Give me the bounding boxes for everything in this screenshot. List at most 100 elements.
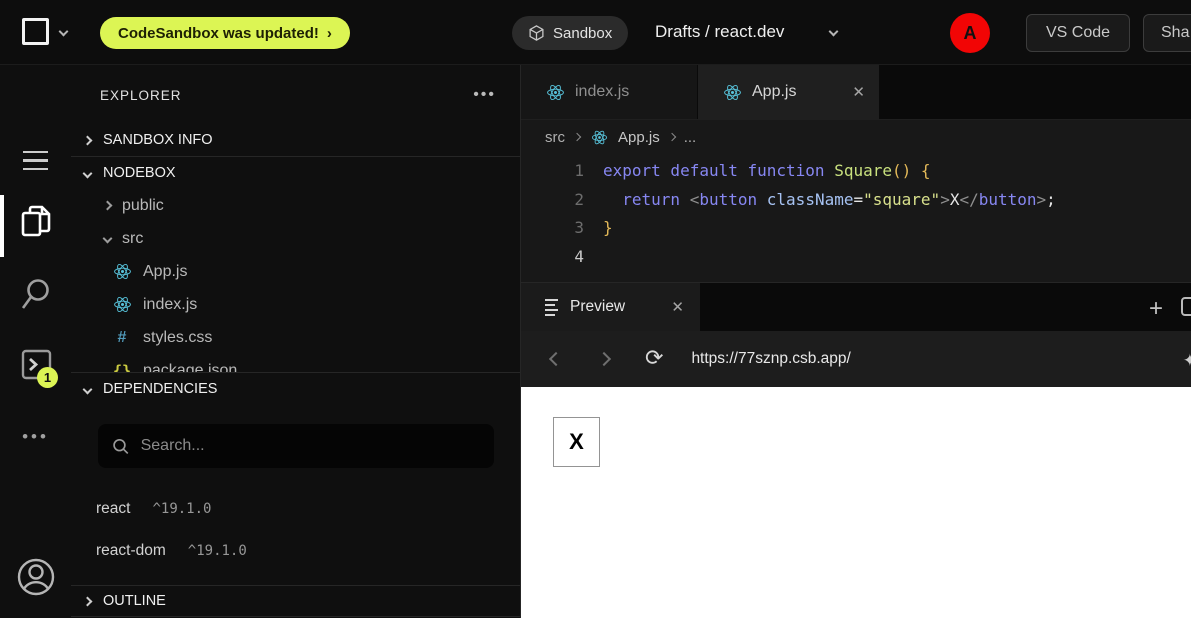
tree-item-styles.css[interactable]: # styles.css <box>71 321 520 354</box>
line-number: 4 <box>521 247 584 266</box>
avatar[interactable]: A <box>950 13 990 53</box>
chevron-right-icon <box>667 133 675 141</box>
tree-item-label: public <box>122 197 164 215</box>
tree-item-package.json[interactable]: {} package.json <box>71 354 520 372</box>
activity-bar: 1 ••• ⚙ <box>0 65 71 618</box>
update-banner-label: CodeSandbox was updated! <box>118 25 319 42</box>
dependency-version: ^19.1.0 <box>188 543 247 559</box>
more-views-button[interactable]: ••• <box>0 427 71 447</box>
sandbox-badge-label: Sandbox <box>553 25 612 42</box>
codesandbox-logo-icon[interactable] <box>22 18 49 45</box>
account-button[interactable] <box>0 556 71 598</box>
dependency-name: react-dom <box>96 542 166 560</box>
reload-icon[interactable]: ⟳ <box>645 348 663 370</box>
tree-item-public[interactable]: public <box>71 189 520 222</box>
tree-item-label: src <box>122 230 143 248</box>
tree-item-index.js[interactable]: index.js <box>71 288 520 321</box>
chevron-right-icon <box>103 201 113 211</box>
explorer-title: EXPLORER <box>100 88 182 103</box>
code-editor[interactable]: 1 export default function Square() { 2 r… <box>521 154 1191 282</box>
code-line-4: 4 <box>521 242 1191 271</box>
dependency-search-input[interactable] <box>141 437 480 455</box>
sparkle-icon[interactable]: ✦ <box>1183 351 1191 371</box>
css-file-icon: # <box>112 328 132 348</box>
sandbox-badge[interactable]: Sandbox <box>512 16 628 50</box>
section-label: OUTLINE <box>103 593 166 609</box>
top-bar: CodeSandbox was updated! › Sandbox Draft… <box>0 0 1191 65</box>
section-outline[interactable]: OUTLINE <box>71 586 520 616</box>
tree-item-src[interactable]: src <box>71 222 520 255</box>
code-text: return <button className="square">X</but… <box>584 190 1056 209</box>
search-view-button[interactable] <box>0 277 71 313</box>
layout-panel-icon[interactable] <box>1181 297 1191 316</box>
preview-content: X <box>521 387 1191 618</box>
section-dependencies[interactable]: DEPENDENCIES <box>71 373 520 405</box>
tree-item-label: App.js <box>143 263 187 281</box>
account-icon <box>15 556 57 598</box>
preview-tab-label: Preview <box>570 298 625 316</box>
project-breadcrumb[interactable]: Drafts / react.dev <box>655 22 784 42</box>
editor-column: index.js App.js ✕ src App.js ... 1 expor… <box>521 65 1191 618</box>
workspace-chevron-down-icon[interactable] <box>59 27 69 37</box>
chevron-right-icon <box>83 135 93 145</box>
line-number: 2 <box>521 190 584 209</box>
editor-tabs: index.js App.js ✕ <box>521 65 1191 120</box>
square-button[interactable]: X <box>553 417 600 467</box>
breadcrumb-file[interactable]: App.js <box>618 129 660 146</box>
dependency-react[interactable]: react ^19.1.0 <box>71 488 520 530</box>
chevron-right-icon <box>573 133 581 141</box>
ellipsis-icon: ••• <box>22 427 49 447</box>
code-text: } <box>584 218 613 237</box>
back-icon[interactable] <box>549 352 563 366</box>
code-line-2: 2 return <button className="square">X</b… <box>521 185 1191 214</box>
menu-button[interactable] <box>0 151 71 170</box>
react-icon <box>545 82 565 102</box>
cube-icon <box>528 24 545 42</box>
avatar-letter: A <box>964 23 977 44</box>
code-line-1: 1 export default function Square() { <box>521 156 1191 185</box>
explorer-view-button[interactable] <box>0 201 71 241</box>
tab-App.js[interactable]: App.js ✕ <box>698 65 880 119</box>
section-sandbox-info[interactable]: SANDBOX INFO <box>71 124 520 156</box>
share-button[interactable]: Sha <box>1143 14 1191 52</box>
add-preview-icon[interactable]: + <box>1149 295 1163 323</box>
search-icon <box>19 277 53 313</box>
dependency-search[interactable] <box>98 424 494 468</box>
share-button-label: Sha <box>1161 24 1189 42</box>
editor-breadcrumb: src App.js ... <box>521 120 1191 154</box>
close-icon[interactable]: ✕ <box>671 298 684 316</box>
section-label: SANDBOX INFO <box>103 132 213 148</box>
preview-url[interactable]: https://77sznp.csb.app/ <box>691 350 850 368</box>
tab-index.js[interactable]: index.js <box>521 65 698 119</box>
react-icon <box>589 127 609 147</box>
divider <box>71 616 520 617</box>
preview-tabstrip: Preview ✕ + <box>521 283 1191 331</box>
codesandbox-window: CodeSandbox was updated! › Sandbox Draft… <box>0 0 1191 618</box>
vscode-button[interactable]: VS Code <box>1026 14 1130 52</box>
chevron-down-icon <box>83 384 93 394</box>
chevron-down-icon <box>83 168 93 178</box>
dependency-react-dom[interactable]: react-dom ^19.1.0 <box>71 530 520 572</box>
json-file-icon: {} <box>112 361 132 373</box>
preview-lines-icon <box>545 299 558 316</box>
project-chevron-down-icon[interactable] <box>829 27 839 37</box>
explorer-more-icon[interactable]: ••• <box>473 86 496 104</box>
tree-item-label: index.js <box>143 296 197 314</box>
terminal-view-button[interactable] <box>0 347 71 383</box>
tree-item-App.js[interactable]: App.js <box>71 255 520 288</box>
section-nodebox[interactable]: NODEBOX <box>71 157 520 189</box>
preview-url-bar: ⟳ https://77sznp.csb.app/ ✦ <box>521 331 1191 387</box>
close-icon[interactable]: ✕ <box>852 83 865 101</box>
search-icon <box>112 437 129 455</box>
section-label: NODEBOX <box>103 165 176 181</box>
react-icon <box>722 82 742 102</box>
preview-tab[interactable]: Preview ✕ <box>521 283 700 331</box>
forward-icon[interactable] <box>597 352 611 366</box>
update-banner[interactable]: CodeSandbox was updated! › <box>100 17 350 49</box>
breadcrumb-src[interactable]: src <box>545 129 565 146</box>
code-line-3: 3 } <box>521 213 1191 242</box>
vscode-button-label: VS Code <box>1046 24 1110 42</box>
breadcrumb-symbol[interactable]: ... <box>684 129 697 146</box>
dependency-version: ^19.1.0 <box>152 501 211 517</box>
file-tree: public src App.js index.js# styles.css{}… <box>71 189 520 372</box>
